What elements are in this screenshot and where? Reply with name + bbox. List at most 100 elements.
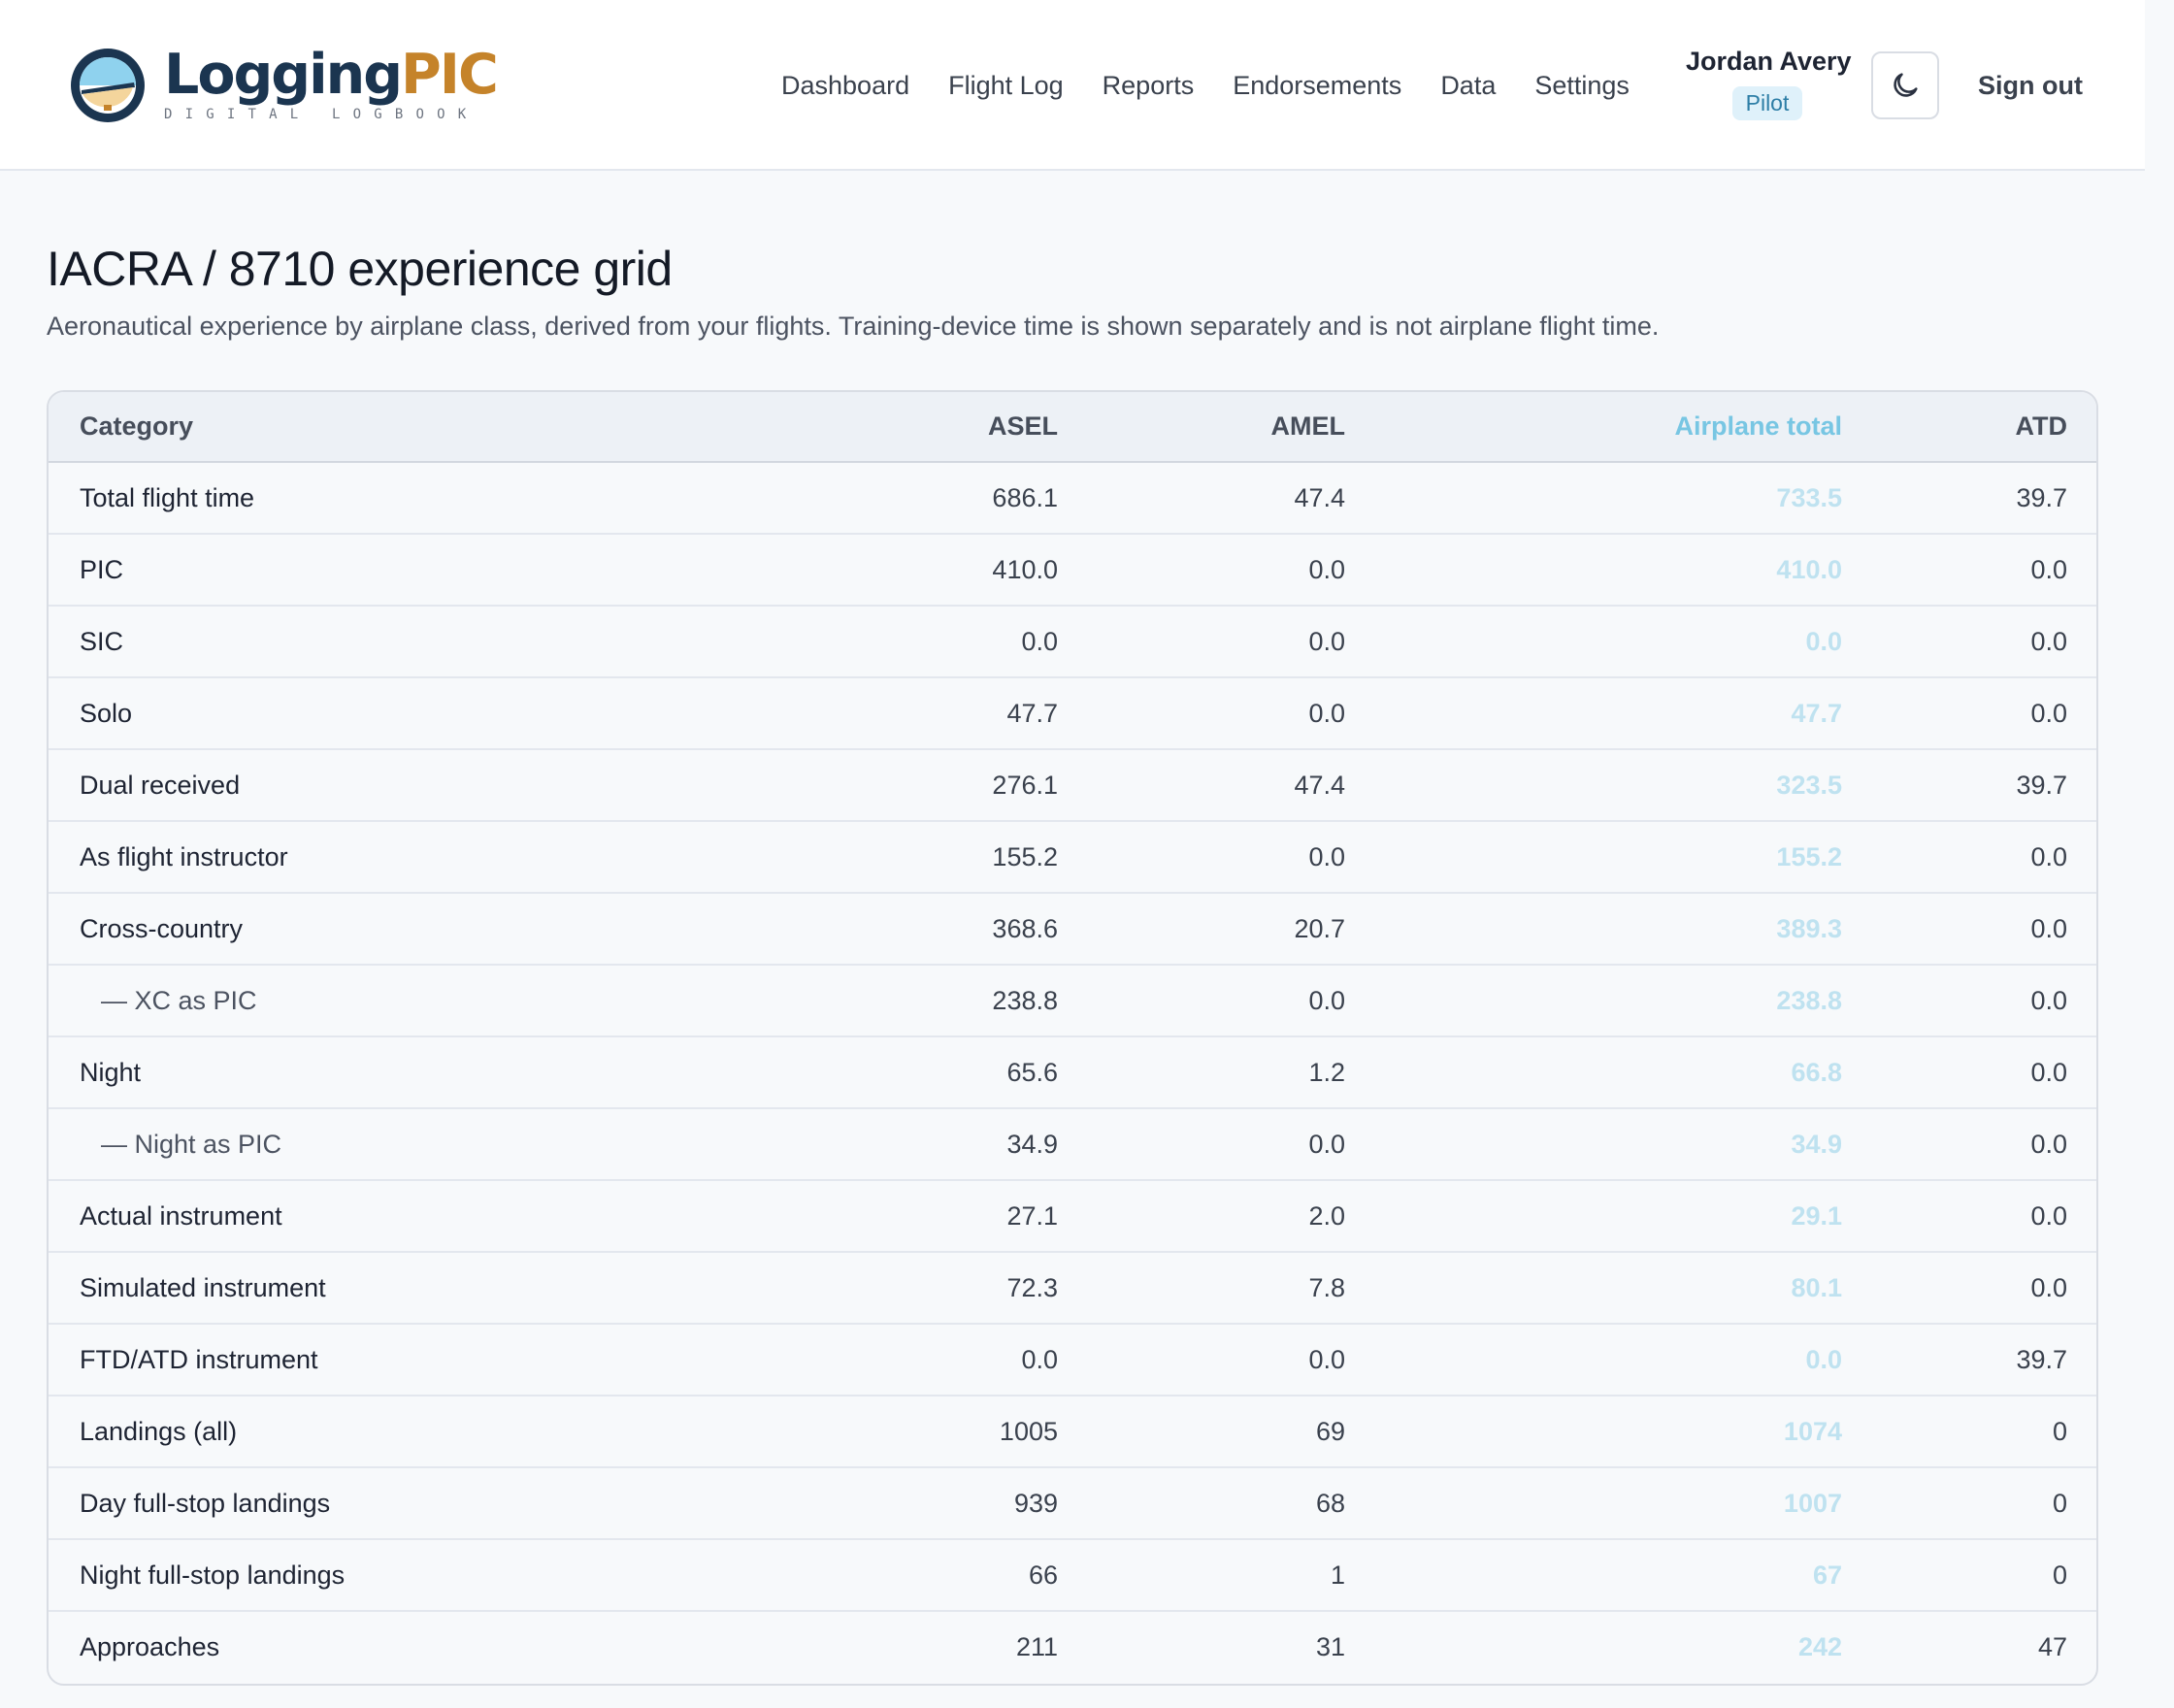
cell-amel: 31 bbox=[1315, 1632, 1345, 1661]
cell-asel: 27.1 bbox=[621, 1180, 1089, 1253]
table-row: Actual instrument 27.1 2.0 29.1 0.0 bbox=[49, 1180, 2096, 1253]
cell-asel: 1005 bbox=[621, 1396, 1089, 1468]
row-category: FTD/ATD instrument bbox=[49, 1324, 621, 1396]
table-row: Landings (all) 1005 69 1074 0 bbox=[49, 1396, 2096, 1468]
cell-asel: 410.0 bbox=[621, 534, 1089, 607]
cell-amel: 1.2 bbox=[1089, 1036, 1376, 1109]
table-row: Approaches 211 31 242 47 bbox=[49, 1611, 2096, 1683]
column-header-amel: AMEL bbox=[1089, 392, 1376, 463]
cell-atd: 39.7 bbox=[1873, 462, 2096, 535]
cell-amel: 0.0 bbox=[1089, 534, 1376, 607]
brand-tagline: DIGITAL LOGBOOK bbox=[164, 107, 479, 122]
cell-asel: 72.3 bbox=[621, 1252, 1089, 1325]
cell-atd: 0.0 bbox=[1873, 965, 2096, 1037]
cell-asel: 155.2 bbox=[621, 821, 1089, 894]
cell-airplane-total: 389.3 bbox=[1376, 893, 1873, 966]
row-category: Cross-country bbox=[49, 893, 621, 966]
cell-amel: 69 bbox=[1089, 1396, 1376, 1468]
cell-amel: 1 bbox=[1089, 1539, 1376, 1612]
cell-airplane-total: 67 bbox=[1376, 1539, 1873, 1612]
cell-amel: 20.7 bbox=[1089, 893, 1376, 966]
row-category: Day full-stop landings bbox=[49, 1467, 621, 1540]
brand-name-part2: PIC bbox=[401, 43, 499, 107]
cell-asel: 47.7 bbox=[621, 677, 1089, 750]
cell-atd: 0.0 bbox=[1873, 534, 2096, 607]
cell-asel: 0.0 bbox=[621, 1324, 1089, 1396]
cell-asel: 368.6 bbox=[621, 893, 1089, 966]
column-header-atd: ATD bbox=[1873, 392, 2096, 463]
cell-airplane-total: 1074 bbox=[1376, 1396, 1873, 1468]
cell-amel: 0.0 bbox=[1089, 1324, 1376, 1396]
cell-atd: 0.0 bbox=[1873, 606, 2096, 678]
user-name: Jordan Avery bbox=[1686, 47, 1852, 76]
cell-asel: 66 bbox=[621, 1539, 1089, 1612]
user-info: Jordan Avery Pilot bbox=[1686, 47, 1852, 120]
cell-airplane-total: 155.2 bbox=[1376, 821, 1873, 894]
cell-amel: 0.0 bbox=[1089, 1108, 1376, 1181]
cell-airplane-total: 733.5 bbox=[1376, 462, 1873, 535]
brand[interactable]: LoggingPIC DIGITAL LOGBOOK bbox=[69, 43, 499, 128]
table-row: Cross-country 368.6 20.7 389.3 0.0 bbox=[49, 893, 2096, 966]
row-category: Actual instrument bbox=[49, 1180, 621, 1253]
column-header-airplane-total: Airplane total bbox=[1376, 392, 1873, 463]
table-row: Solo 47.7 0.0 47.7 0.0 bbox=[49, 677, 2096, 750]
cell-amel: 0.0 bbox=[1089, 821, 1376, 894]
table-row: — Night as PIC 34.9 0.0 34.9 0.0 bbox=[49, 1108, 2096, 1181]
cell-airplane-total: 1007 bbox=[1376, 1467, 1873, 1540]
page-title: IACRA / 8710 experience grid bbox=[47, 242, 673, 296]
cell-asel: 211 bbox=[1015, 1632, 1058, 1661]
cell-asel: 65.6 bbox=[621, 1036, 1089, 1109]
cell-airplane-total: 410.0 bbox=[1376, 534, 1873, 607]
nav-data[interactable]: Data bbox=[1440, 64, 1496, 107]
cell-airplane-total: 47.7 bbox=[1376, 677, 1873, 750]
cell-amel: 7.8 bbox=[1089, 1252, 1376, 1325]
page-subtitle: Aeronautical experience by airplane clas… bbox=[47, 312, 1660, 341]
theme-toggle-button[interactable] bbox=[1871, 51, 1939, 119]
table-row: Night 65.6 1.2 66.8 0.0 bbox=[49, 1036, 2096, 1109]
cell-amel: 0.0 bbox=[1089, 965, 1376, 1037]
cell-asel: 238.8 bbox=[621, 965, 1089, 1037]
table-row: Total flight time 686.1 47.4 733.5 39.7 bbox=[49, 462, 2096, 535]
table-row: PIC 410.0 0.0 410.0 0.0 bbox=[49, 534, 2096, 607]
table-row: Night full-stop landings 66 1 67 0 bbox=[49, 1539, 2096, 1612]
cell-asel: 0.0 bbox=[621, 606, 1089, 678]
row-category: Dual received bbox=[49, 749, 621, 822]
sign-out-button[interactable]: Sign out bbox=[1978, 64, 2083, 107]
column-header-asel: ASEL bbox=[621, 392, 1089, 463]
row-category: — Night as PIC bbox=[49, 1108, 621, 1181]
cell-airplane-total: 238.8 bbox=[1376, 965, 1873, 1037]
nav-flight-log[interactable]: Flight Log bbox=[948, 64, 1064, 107]
cell-amel: 2.0 bbox=[1089, 1180, 1376, 1253]
table-row: FTD/ATD instrument 0.0 0.0 0.0 39.7 bbox=[49, 1324, 2096, 1396]
cell-atd: 0 bbox=[1873, 1396, 2096, 1468]
cell-airplane-total: 0.0 bbox=[1376, 1324, 1873, 1396]
row-category: Night bbox=[49, 1036, 621, 1109]
cell-amel: 47.4 bbox=[1089, 749, 1376, 822]
top-navigation-bar: LoggingPIC DIGITAL LOGBOOK Dashboard Fli… bbox=[0, 0, 2145, 171]
row-category: Simulated instrument bbox=[49, 1252, 621, 1325]
cell-asel: 939 bbox=[621, 1467, 1089, 1540]
nav-reports[interactable]: Reports bbox=[1103, 64, 1195, 107]
nav-dashboard[interactable]: Dashboard bbox=[781, 64, 909, 107]
nav-endorsements[interactable]: Endorsements bbox=[1233, 64, 1401, 107]
cell-airplane-total: 66.8 bbox=[1376, 1036, 1873, 1109]
row-category: — XC as PIC bbox=[49, 965, 621, 1037]
brand-name-part1: Logging bbox=[164, 43, 403, 107]
brand-name: LoggingPIC bbox=[164, 43, 499, 107]
row-category: Total flight time bbox=[49, 462, 621, 535]
row-category: Landings (all) bbox=[49, 1396, 621, 1468]
cell-airplane-total: 242 bbox=[1797, 1632, 1842, 1661]
cell-atd: 47 bbox=[2037, 1632, 2067, 1661]
table-row: As flight instructor 155.2 0.0 155.2 0.0 bbox=[49, 821, 2096, 894]
cell-airplane-total: 80.1 bbox=[1376, 1252, 1873, 1325]
table-row: SIC 0.0 0.0 0.0 0.0 bbox=[49, 606, 2096, 678]
cell-atd: 0.0 bbox=[1873, 1180, 2096, 1253]
cell-airplane-total: 34.9 bbox=[1376, 1108, 1873, 1181]
table-row: — XC as PIC 238.8 0.0 238.8 0.0 bbox=[49, 965, 2096, 1037]
table-row: Simulated instrument 72.3 7.8 80.1 0.0 bbox=[49, 1252, 2096, 1325]
cell-amel: 0.0 bbox=[1089, 606, 1376, 678]
row-category: Approaches bbox=[80, 1632, 220, 1661]
nav-settings[interactable]: Settings bbox=[1534, 64, 1630, 107]
cell-atd: 0.0 bbox=[1873, 677, 2096, 750]
table-row: Dual received 276.1 47.4 323.5 39.7 bbox=[49, 749, 2096, 822]
